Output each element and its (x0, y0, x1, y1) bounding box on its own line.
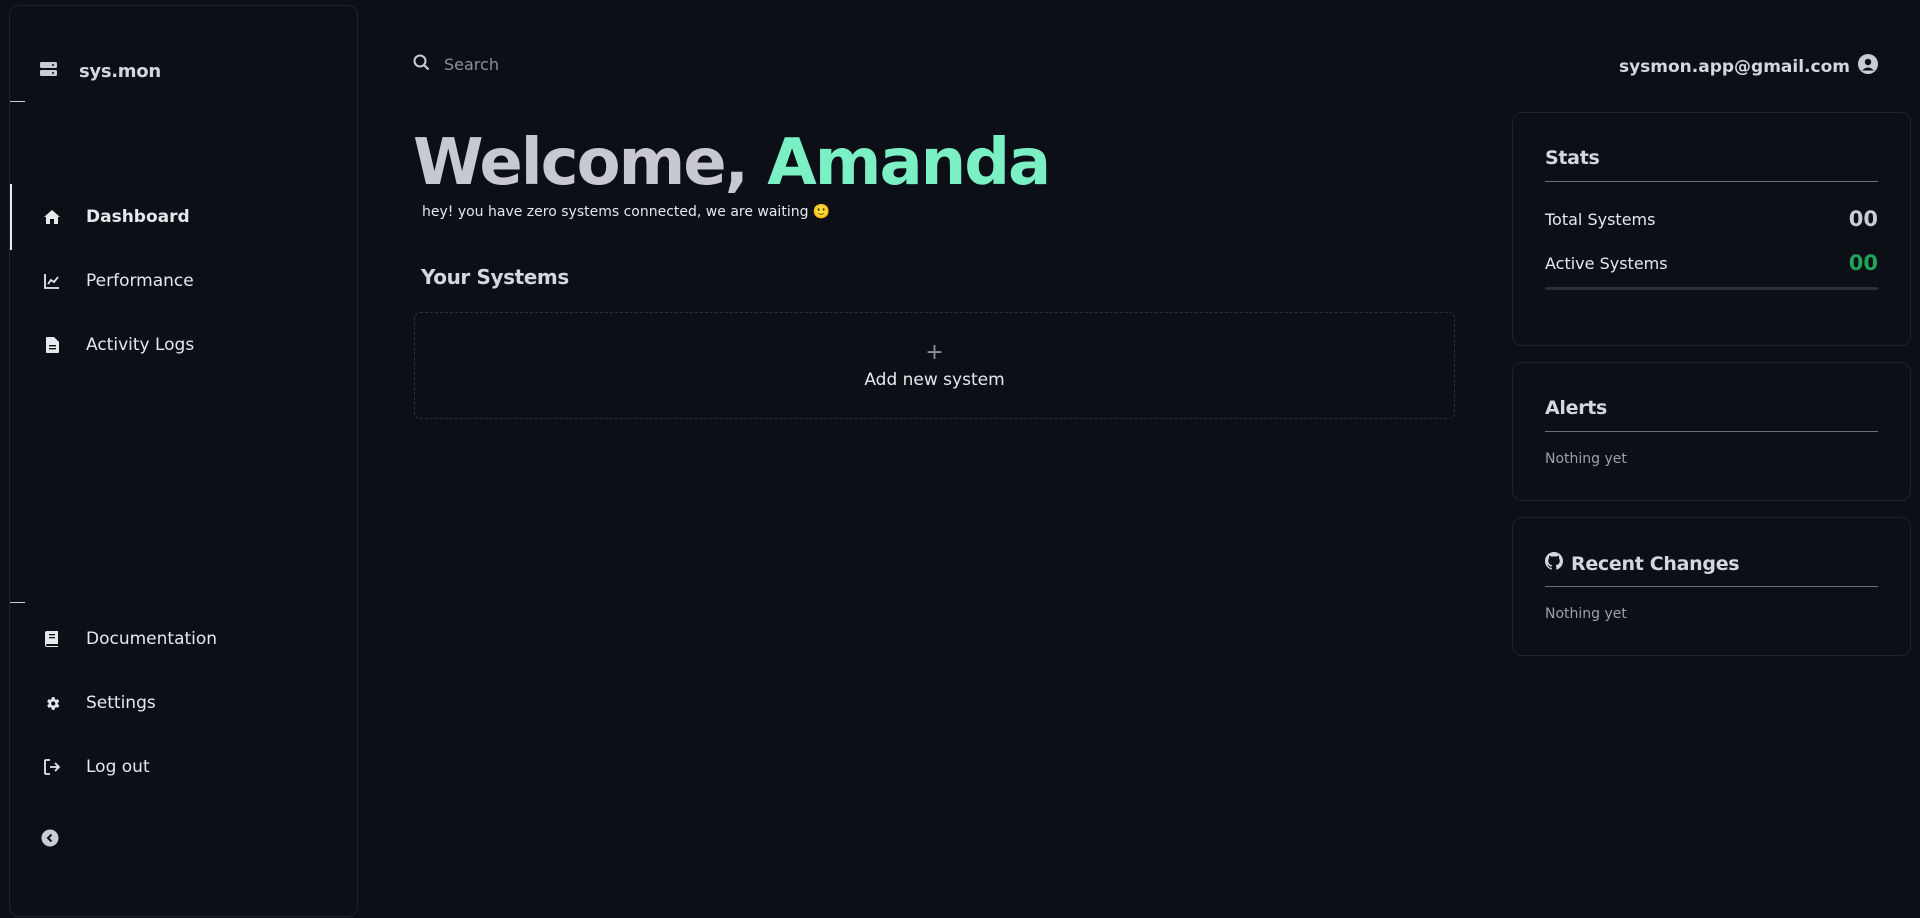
server-icon (40, 62, 57, 81)
card-title: Recent Changes (1545, 552, 1878, 575)
active-systems-progress (1545, 287, 1878, 290)
alerts-card: Alerts Nothing yet (1512, 362, 1911, 501)
search-icon (413, 54, 430, 75)
nav-item-dashboard[interactable]: Dashboard (42, 207, 190, 227)
card-title: Stats (1545, 147, 1600, 169)
card-title-text: Recent Changes (1571, 552, 1740, 575)
user-menu[interactable]: sysmon.app@gmail.com (1619, 54, 1878, 79)
chevron-left-icon (41, 829, 59, 847)
nav-item-label: Dashboard (86, 207, 190, 227)
empty-state: Nothing yet (1545, 606, 1627, 622)
nav-item-logout[interactable]: Log out (42, 757, 150, 777)
divider (1545, 431, 1878, 432)
sidebar: sys.mon Dashboard Performance Activity L… (9, 5, 358, 917)
nav-item-label: Performance (86, 271, 194, 291)
add-system-label: Add new system (864, 369, 1005, 390)
stat-label: Active Systems (1545, 253, 1668, 273)
file-icon (42, 335, 62, 355)
nav-item-settings[interactable]: Settings (42, 693, 156, 713)
stats-card: Stats Total Systems 00 Active Systems 00 (1512, 112, 1911, 346)
search-input[interactable] (444, 55, 744, 74)
welcome-prefix: Welcome, (413, 126, 768, 200)
nav-item-label: Log out (86, 757, 150, 777)
divider (1545, 181, 1878, 182)
search-bar[interactable] (413, 54, 744, 75)
nav-item-activity-logs[interactable]: Activity Logs (42, 335, 194, 355)
user-circle-icon (1858, 54, 1878, 79)
divider (10, 602, 25, 603)
stat-label: Total Systems (1545, 209, 1656, 229)
collapse-sidebar-button[interactable] (41, 829, 59, 847)
add-system-button[interactable]: + Add new system (414, 312, 1455, 419)
gear-icon (42, 693, 62, 713)
nav-item-documentation[interactable]: Documentation (42, 629, 217, 649)
chart-line-icon (42, 271, 62, 291)
divider (10, 101, 25, 102)
active-indicator (10, 184, 12, 250)
section-title: Your Systems (421, 265, 569, 289)
stat-row-total: Total Systems 00 (1545, 207, 1878, 231)
welcome-heading: Welcome, Amanda (413, 126, 1051, 200)
nav-item-label: Settings (86, 693, 156, 713)
nav-item-label: Activity Logs (86, 335, 195, 355)
divider (1545, 586, 1878, 587)
github-icon (1545, 552, 1564, 575)
stat-row-active: Active Systems 00 (1545, 251, 1878, 275)
book-icon (42, 629, 62, 649)
stat-value: 00 (1848, 207, 1878, 231)
user-email: sysmon.app@gmail.com (1618, 56, 1850, 77)
welcome-subline: hey! you have zero systems connected, we… (422, 204, 831, 220)
user-name: Amanda (767, 126, 1051, 200)
logout-icon (42, 757, 62, 777)
recent-changes-card: Recent Changes Nothing yet (1512, 517, 1911, 656)
nav-item-performance[interactable]: Performance (42, 271, 194, 291)
home-icon (42, 207, 62, 227)
card-title: Alerts (1545, 397, 1608, 419)
brand-name: sys.mon (79, 61, 161, 82)
brand[interactable]: sys.mon (40, 61, 161, 82)
plus-icon: + (925, 339, 944, 365)
nav-item-label: Documentation (86, 629, 218, 649)
stat-value: 00 (1848, 251, 1878, 275)
empty-state: Nothing yet (1545, 451, 1627, 467)
